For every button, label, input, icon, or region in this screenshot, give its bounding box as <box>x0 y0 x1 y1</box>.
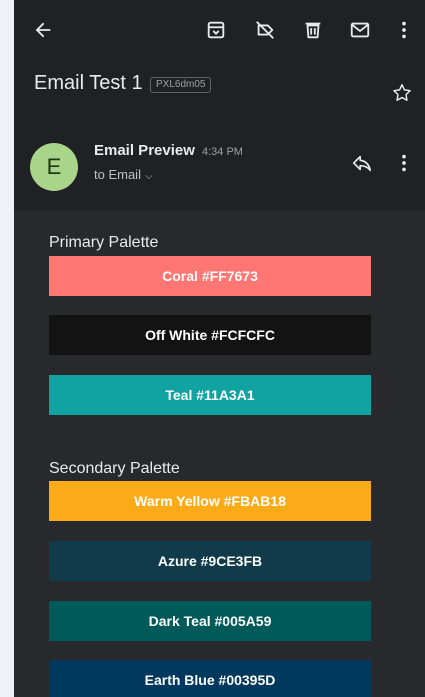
primary-palette-title: Primary Palette <box>49 234 159 251</box>
swatch-off-white: Off White #FCFCFC <box>49 315 371 355</box>
swatch-dark-teal: Dark Teal #005A59 <box>49 601 371 641</box>
secondary-palette-title: Secondary Palette <box>49 460 180 477</box>
delete-icon[interactable] <box>302 19 324 41</box>
top-app-bar <box>14 0 425 60</box>
swatch-warm-yellow: Warm Yellow #FBAB18 <box>49 481 371 521</box>
recipient-label: to Email <box>94 167 141 182</box>
star-outline-icon[interactable] <box>391 82 413 104</box>
email-body: Primary Palette Coral #FF7673 Off White … <box>14 210 425 697</box>
message-more-icon[interactable] <box>393 152 415 174</box>
label-chip[interactable]: PXL6dm05 <box>150 77 212 93</box>
sent-time: 4:34 PM <box>202 146 243 158</box>
swatch-earth-blue: Earth Blue #00395D <box>49 660 371 697</box>
subject-row: Email Test 1 PXL6dm05 <box>14 60 425 110</box>
swatch-teal: Teal #11A3A1 <box>49 375 371 415</box>
reply-icon[interactable] <box>351 152 373 174</box>
chevron-down-icon: ⌵ <box>144 171 153 182</box>
recipient-details-toggle[interactable]: to Email ⌵ <box>94 167 153 182</box>
sender-row: E Email Preview 4:34 PM to Email ⌵ <box>14 130 425 210</box>
email-subject: Email Test 1 <box>34 72 143 94</box>
swatch-azure: Azure #9CE3FB <box>49 541 371 581</box>
mail-icon[interactable] <box>349 19 371 41</box>
archive-icon[interactable] <box>205 19 227 41</box>
avatar[interactable]: E <box>30 143 78 191</box>
arrow-back-icon[interactable] <box>32 19 54 41</box>
more-vert-icon[interactable] <box>393 19 415 41</box>
email-app: Email Test 1 PXL6dm05 E Email Preview 4:… <box>14 0 425 697</box>
sender-name: Email Preview <box>94 142 195 159</box>
label-off-icon[interactable] <box>254 19 276 41</box>
swatch-coral: Coral #FF7673 <box>49 256 371 296</box>
